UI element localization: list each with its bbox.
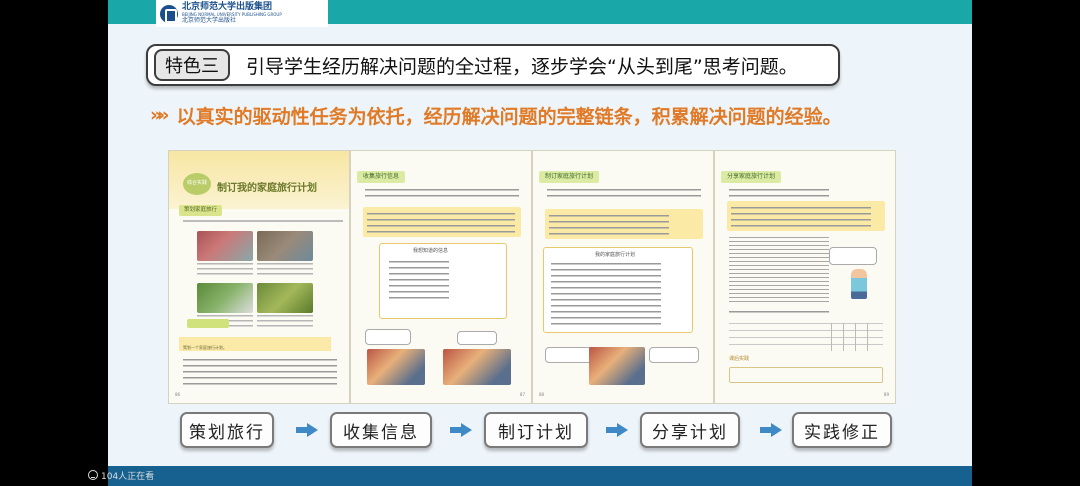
card-title: 我想知道的信息 xyxy=(413,248,449,254)
intro-line xyxy=(183,220,343,222)
photo-student-presenting xyxy=(589,347,645,385)
plan-lines xyxy=(551,263,661,325)
publisher-logo: 北京师范大学出版集团 BEIJING NORMAL UNIVERSITY PUB… xyxy=(156,0,328,27)
step-make-plan: 制订计划 xyxy=(484,412,588,448)
textbook-page-4: 分享家庭旅行计划 课后实践 89 xyxy=(714,150,896,404)
photo-students-computer xyxy=(367,349,425,385)
page-number: 87 xyxy=(519,392,525,397)
photo-caption xyxy=(197,263,253,277)
publisher-subname: 北京师范大学出版社 xyxy=(182,17,237,24)
letterbox-right xyxy=(972,0,1080,486)
chevron-double-right-icon: »» xyxy=(150,104,169,126)
step-share-plan: 分享计划 xyxy=(640,412,740,448)
page-title: 制订我的家庭旅行计划 xyxy=(217,183,317,194)
speech-bubble xyxy=(365,329,411,345)
page-section-label: 策划家庭旅行 xyxy=(179,205,223,216)
page-number: 89 xyxy=(883,392,889,397)
photo-tiananmen xyxy=(197,231,253,261)
page-section-label: 分享家庭旅行计划 xyxy=(721,171,782,183)
eval-heading xyxy=(729,311,829,317)
speech-bubble xyxy=(545,347,595,363)
question-lines xyxy=(549,215,669,235)
textbook-page-2: 收集旅行信息 我想知道的信息 87 xyxy=(350,150,532,404)
viewer-count: 104人正在看 xyxy=(88,468,154,482)
evaluation-table-cols xyxy=(831,323,879,351)
step-collect-info: 收集信息 xyxy=(330,412,432,448)
speech-bubble xyxy=(649,347,699,363)
speech-bubble xyxy=(457,331,497,345)
subheading-text: 以真实的驱动性任务为依托，经历解决问题的完整链条，积累解决问题的经验。 xyxy=(176,105,842,128)
arrow-right-icon xyxy=(450,423,472,437)
letterbox-left xyxy=(0,0,108,486)
photo-caption xyxy=(257,263,313,277)
handwritten-plan xyxy=(729,237,829,305)
step-plan-trip: 策划旅行 xyxy=(180,412,274,448)
feature-text: 引导学生经历解决问题的全过程，逐步学会“从头到尾”思考问题。 xyxy=(246,55,798,78)
presentation-slide: 北京师范大学出版集团 BEIJING NORMAL UNIVERSITY PUB… xyxy=(108,0,972,486)
publisher-emblem-icon xyxy=(160,4,178,23)
question-lines xyxy=(183,359,337,387)
subheading: »» 以真实的驱动性任务为依托，经历解决问题的完整链条，积累解决问题的经验。 xyxy=(150,100,842,130)
viewer-count-text: 104人正在看 xyxy=(101,471,155,482)
card-title: 我的家庭旅行计划 xyxy=(595,252,636,258)
feature-tag: 特色三 xyxy=(154,49,230,81)
speech-bubble xyxy=(829,247,877,265)
card-lines xyxy=(389,261,449,301)
photo-caption xyxy=(257,315,313,329)
page-section-label: 制订家庭旅行计划 xyxy=(539,171,600,183)
textbook-page-3: 制订家庭旅行计划 我的家庭旅行计划 88 xyxy=(532,150,714,404)
publisher-name: 北京师范大学出版集团 xyxy=(182,2,273,12)
textbook-pages: 综合实践 制订我的家庭旅行计划 策划家庭旅行 策划一个家庭旅行计划。 86 收集… xyxy=(168,150,896,404)
arrow-right-icon xyxy=(606,423,628,437)
section-label: 课后实践 xyxy=(729,356,750,362)
textbook-page-1: 综合实践 制订我的家庭旅行计划 策划家庭旅行 策划一个家庭旅行计划。 86 xyxy=(168,150,350,404)
arrow-right-icon xyxy=(760,423,782,437)
practice-box xyxy=(729,367,883,383)
page-number: 86 xyxy=(175,392,181,397)
intro-lines xyxy=(547,189,701,201)
photo-students-discussion xyxy=(443,349,511,385)
task-label: 策划一个家庭旅行计划。 xyxy=(183,345,227,350)
page-number: 88 xyxy=(539,392,545,397)
photo-panda xyxy=(197,283,253,313)
page-section-label: 收集旅行信息 xyxy=(357,171,406,183)
process-steps: 策划旅行 收集信息 制订计划 分享计划 实践修正 xyxy=(180,412,892,448)
cartoon-student xyxy=(851,269,867,299)
photo-terracotta xyxy=(257,231,313,261)
intro-lines xyxy=(365,189,519,201)
photo-garden xyxy=(257,283,313,313)
viewers-icon xyxy=(88,470,98,480)
step-practice-revise: 实践修正 xyxy=(792,412,892,448)
practice-badge: 综合实践 xyxy=(183,173,211,195)
activity-tag xyxy=(187,319,229,328)
arrow-right-icon xyxy=(296,423,318,437)
question-lines xyxy=(731,207,871,227)
question-lines xyxy=(367,213,515,233)
feature-banner: 特色三 引导学生经历解决问题的全过程，逐步学会“从头到尾”思考问题。 xyxy=(146,44,840,86)
slide-bottom-bar xyxy=(108,466,972,486)
intro-lines xyxy=(729,189,829,197)
